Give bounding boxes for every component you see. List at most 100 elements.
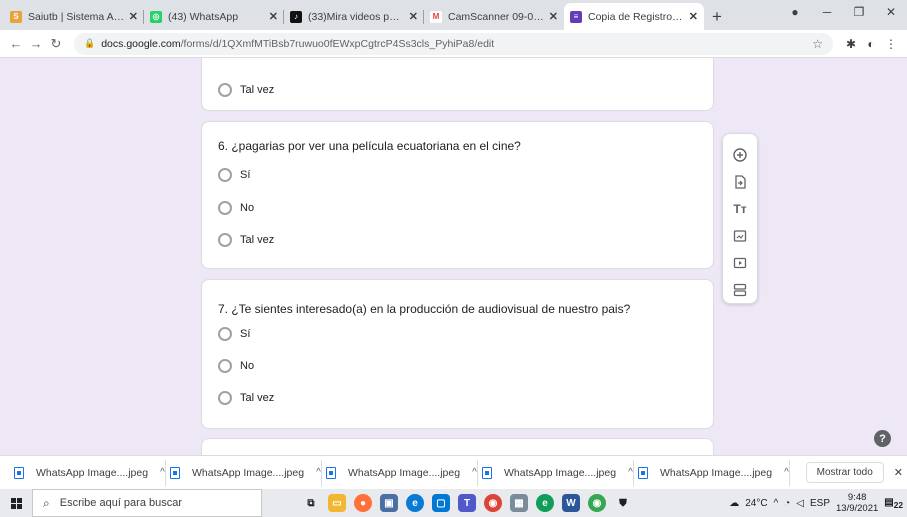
close-tab-icon[interactable]: ✕: [129, 10, 138, 23]
language-indicator[interactable]: ESP: [810, 498, 830, 509]
chevron-up-icon[interactable]: ^: [472, 467, 477, 478]
tab-title: (43) WhatsApp: [168, 10, 239, 23]
downloads-shelf: WhatsApp Image....jpeg ^ WhatsApp Image.…: [0, 455, 907, 489]
browser-tab-active[interactable]: ≡ Copia de Registro para la obt ✕: [564, 3, 704, 30]
profile-avatar-icon[interactable]: ◐: [861, 37, 881, 51]
taskbar-search[interactable]: ⌕ Escribe aquí para buscar: [32, 489, 262, 517]
add-title-icon[interactable]: Tт: [722, 196, 758, 223]
weather-icon[interactable]: ☁: [729, 498, 739, 509]
url-field[interactable]: 🔒 docs.google.com/forms/d/1QXmfMTiBsb7ru…: [74, 32, 833, 55]
radio-icon: [218, 359, 232, 373]
task-view-icon[interactable]: ⧉: [302, 494, 320, 512]
teams-icon[interactable]: T: [458, 494, 476, 512]
tiktok-favicon-icon: ♪: [290, 10, 302, 23]
edge-dev-icon[interactable]: e: [536, 494, 554, 512]
add-section-icon[interactable]: [722, 276, 758, 303]
radio-icon: [218, 391, 232, 405]
import-questions-icon[interactable]: [722, 169, 758, 196]
clock[interactable]: 9:48 13/9/2021: [836, 492, 878, 514]
menu-icon[interactable]: ⋮: [881, 37, 901, 51]
tab-strip: S Saiutb | Sistema Académico I ✕ ◎ (43) …: [0, 0, 907, 30]
saiutb-favicon-icon: S: [10, 10, 22, 23]
form-side-toolbar: Tт: [722, 133, 758, 304]
chevron-up-icon[interactable]: ^: [160, 467, 165, 478]
add-video-icon[interactable]: [722, 249, 758, 276]
browser-tab[interactable]: ♪ (33)Mira videos populares sob ✕: [284, 3, 424, 30]
forward-icon[interactable]: →: [26, 36, 46, 51]
download-item[interactable]: WhatsApp Image....jpeg ^: [478, 459, 634, 486]
profile-icon[interactable]: ●: [779, 5, 811, 19]
start-button[interactable]: [0, 497, 32, 509]
chrome-alt-icon[interactable]: ◉: [588, 494, 606, 512]
photos-icon[interactable]: ▣: [380, 494, 398, 512]
restore-icon[interactable]: ❐: [843, 5, 875, 19]
close-tab-icon[interactable]: ✕: [549, 10, 558, 23]
bookmark-star-icon[interactable]: ☆: [812, 37, 823, 51]
volume-icon[interactable]: ◁: [796, 498, 804, 509]
question-card-7[interactable]: 7. ¿Te sientes interesado(a) en la produ…: [201, 279, 714, 429]
notification-count: 22: [893, 499, 903, 510]
forms-favicon-icon: ≡: [570, 10, 582, 23]
file-icon: [326, 466, 336, 479]
browser-tab[interactable]: S Saiutb | Sistema Académico I ✕: [4, 3, 144, 30]
chevron-up-icon[interactable]: ^: [316, 467, 321, 478]
browser-tab[interactable]: M CamScanner 09-02-2021 05. ✕: [424, 3, 564, 30]
help-icon[interactable]: ?: [874, 430, 891, 447]
file-explorer-icon[interactable]: ▭: [328, 494, 346, 512]
add-image-icon[interactable]: [722, 222, 758, 249]
chevron-up-icon[interactable]: ^: [628, 467, 633, 478]
reload-icon[interactable]: ↻: [46, 36, 66, 52]
search-icon: ⌕: [43, 495, 50, 510]
form-editor: Tal vez 6. ¿pagarias por ver una películ…: [0, 58, 907, 455]
notifications-icon[interactable]: ▤22: [884, 497, 903, 510]
windows-taskbar: ⌕ Escribe aquí para buscar ⧉ ▭ ● ▣ e ▢ T…: [0, 489, 907, 517]
app-icon[interactable]: ▦: [510, 494, 528, 512]
show-all-downloads-button[interactable]: Mostrar todo: [805, 462, 884, 483]
option-no: No: [218, 359, 254, 373]
tab-title: CamScanner 09-02-2021 05.: [448, 10, 545, 23]
url-path: /forms/d/1QXmfMTiBsb7ruwuo0fEWxpCgtrcP4S…: [180, 37, 495, 50]
network-icon[interactable]: ◔: [784, 498, 790, 509]
question-card-next[interactable]: [201, 438, 714, 455]
question-card-partial[interactable]: Tal vez: [201, 58, 714, 111]
lock-icon[interactable]: 🔒: [84, 38, 95, 49]
file-icon: [170, 466, 180, 479]
shield-icon[interactable]: ⛊: [614, 494, 632, 512]
file-icon: [482, 466, 492, 479]
option-si: Sí: [218, 168, 250, 182]
radio-icon: [218, 83, 232, 97]
option-tal-vez: Tal vez: [218, 391, 274, 405]
close-shelf-icon[interactable]: ✕: [894, 466, 903, 479]
system-tray: ☁ 24°C ^ ◔ ◁ ESP 9:48 13/9/2021 ▤22: [729, 492, 907, 514]
option-tal-vez: Tal vez: [218, 83, 274, 97]
download-item[interactable]: WhatsApp Image....jpeg ^: [322, 459, 478, 486]
chrome-icon[interactable]: ◉: [484, 494, 502, 512]
close-tab-icon[interactable]: ✕: [409, 10, 418, 23]
browser-tab[interactable]: ◎ (43) WhatsApp ✕: [144, 3, 284, 30]
radio-icon: [218, 201, 232, 215]
add-question-icon[interactable]: [722, 142, 758, 169]
word-icon[interactable]: W: [562, 494, 580, 512]
close-window-icon[interactable]: ✕: [875, 5, 907, 19]
firefox-icon[interactable]: ●: [354, 494, 372, 512]
option-tal-vez: Tal vez: [218, 233, 274, 247]
radio-icon: [218, 168, 232, 182]
new-tab-button[interactable]: +: [704, 3, 730, 30]
close-tab-icon[interactable]: ✕: [689, 10, 698, 23]
close-tab-icon[interactable]: ✕: [269, 10, 278, 23]
extension-icon[interactable]: ✱: [841, 37, 861, 51]
radio-icon: [218, 233, 232, 247]
download-item[interactable]: WhatsApp Image....jpeg ^: [166, 459, 322, 486]
chevron-up-icon[interactable]: ^: [784, 467, 789, 478]
tab-title: Copia de Registro para la obt: [588, 10, 685, 23]
question-title: 7. ¿Te sientes interesado(a) en la produ…: [218, 302, 631, 316]
download-item[interactable]: WhatsApp Image....jpeg ^: [634, 459, 790, 486]
question-card-6[interactable]: 6. ¿pagarias por ver una película ecuato…: [201, 121, 714, 269]
minimize-icon[interactable]: ─: [811, 5, 843, 19]
download-item[interactable]: WhatsApp Image....jpeg ^: [10, 459, 166, 486]
back-icon[interactable]: ←: [6, 36, 26, 51]
store-icon[interactable]: ▢: [432, 494, 450, 512]
chevron-up-icon[interactable]: ^: [774, 498, 779, 509]
edge-icon[interactable]: e: [406, 494, 424, 512]
temperature[interactable]: 24°C: [745, 498, 767, 509]
